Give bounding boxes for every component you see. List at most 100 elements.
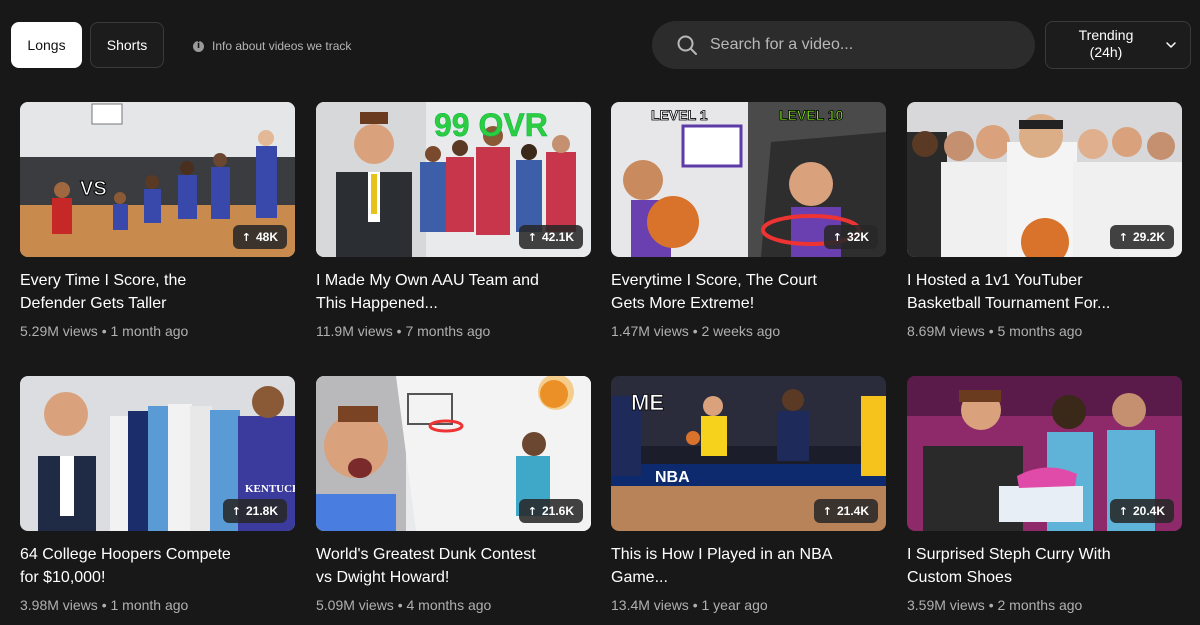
trending-badge: ↑ 48K <box>232 225 287 249</box>
trending-badge: ↑ 21.4K <box>813 499 878 523</box>
upload-age: 1 year ago <box>701 597 768 613</box>
upload-age: 5 months ago <box>997 323 1083 339</box>
video-thumbnail[interactable]: VS ↑ 48K <box>20 102 295 257</box>
video-thumbnail[interactable]: ↑ 20.4K <box>907 376 1182 531</box>
tab-shorts[interactable]: Shorts <box>90 22 164 68</box>
video-title-line2: Basketball Tournament For... <box>907 295 1111 312</box>
video-card[interactable]: ↑ 29.2K I Hosted a 1v1 YouTuber Basketbal… <box>907 102 1182 339</box>
video-title[interactable]: World's Greatest Dunk Contest vs Dwight … <box>316 543 591 589</box>
video-title-line2: This Happened... <box>316 295 438 312</box>
video-title[interactable]: I Hosted a 1v1 YouTuber Basketball Tourn… <box>907 269 1182 315</box>
video-thumbnail[interactable]: ↑ 29.2K <box>907 102 1182 257</box>
video-thumbnail[interactable]: 99 OVR ↑ 42.1K <box>316 102 591 257</box>
upload-age: 4 months ago <box>406 597 492 613</box>
info-link[interactable]: i Info about videos we track <box>193 39 351 53</box>
thumbnail-text: LEVEL 1 <box>651 107 708 123</box>
video-thumbnail[interactable]: KENTUCKY ↑ 21.8K <box>20 376 295 531</box>
thumbnail-text-2: NBA <box>655 469 690 486</box>
trending-badge: ↑ 29.2K <box>1109 225 1174 249</box>
info-text: Info about videos we track <box>212 39 352 53</box>
video-title[interactable]: This is How I Played in an NBA Game... <box>611 543 886 589</box>
video-card[interactable]: KENTUCKY ↑ 21.8K 64 College Hoopers Compe… <box>20 376 295 613</box>
video-title-line2: for $10,000! <box>20 569 106 586</box>
video-title-line1: This is How I Played in an NBA <box>611 546 833 563</box>
video-title-line1: 64 College Hoopers Compete <box>20 546 231 563</box>
video-title-line1: Everytime I Score, The Court <box>611 272 817 289</box>
badge-value: 21.4K <box>836 504 869 518</box>
tab-longs[interactable]: Longs <box>11 22 82 68</box>
video-title-line1: I Hosted a 1v1 YouTuber <box>907 272 1083 289</box>
video-title[interactable]: Every Time I Score, the Defender Gets Ta… <box>20 269 295 315</box>
upload-age: 2 months ago <box>997 597 1083 613</box>
video-title-line1: Every Time I Score, the <box>20 272 187 289</box>
view-count: 1.47M views <box>611 323 689 339</box>
video-card[interactable]: 99 OVR ↑ 42.1K I Made My Own AAU Team and… <box>316 102 591 339</box>
sort-label-line1: Trending <box>1078 27 1134 43</box>
badge-value: 29.2K <box>1132 230 1165 244</box>
search-icon <box>677 35 697 55</box>
video-thumbnail[interactable]: ME NBA ↑ 21.4K <box>611 376 886 531</box>
video-meta: 5.09M views • 4 months ago <box>316 597 492 613</box>
view-count: 8.69M views <box>907 323 985 339</box>
arrow-up-icon: ↑ <box>241 230 251 244</box>
arrow-up-icon: ↑ <box>527 230 537 244</box>
thumbnail-text: KENTUCKY <box>245 483 295 495</box>
video-card[interactable]: ↑ 21.6K World's Greatest Dunk Contest vs … <box>316 376 591 613</box>
badge-value: 48K <box>255 230 278 244</box>
view-count: 5.29M views <box>20 323 98 339</box>
video-title[interactable]: Everytime I Score, The Court Gets More E… <box>611 269 886 315</box>
upload-age: 7 months ago <box>405 323 491 339</box>
search-input[interactable] <box>710 36 1010 54</box>
upload-age: 1 month ago <box>110 597 189 613</box>
sort-label: Trending (24h) <box>1060 27 1152 61</box>
video-title-line1: World's Greatest Dunk Contest <box>316 546 536 563</box>
video-title-line2: Gets More Extreme! <box>611 295 755 312</box>
search-bar[interactable] <box>652 21 1035 69</box>
badge-value: 21.6K <box>541 504 574 518</box>
arrow-up-icon: ↑ <box>527 504 537 518</box>
arrow-up-icon: ↑ <box>1118 504 1128 518</box>
badge-value: 21.8K <box>245 504 278 518</box>
info-icon: i <box>193 40 204 52</box>
video-title-line2: Defender Gets Taller <box>20 295 167 312</box>
top-bar: Longs Shorts i Info about videos we trac… <box>0 0 1200 90</box>
video-title[interactable]: 64 College Hoopers Compete for $10,000! <box>20 543 295 589</box>
view-count: 11.9M views <box>316 323 393 339</box>
arrow-up-icon: ↑ <box>1118 230 1128 244</box>
video-thumbnail[interactable]: LEVEL 1 LEVEL 10 ↑ 32K <box>611 102 886 257</box>
video-title[interactable]: I Surprised Steph Curry With Custom Shoe… <box>907 543 1182 589</box>
video-card[interactable]: ME NBA ↑ 21.4K This is How I Played in an… <box>611 376 886 613</box>
arrow-up-icon: ↑ <box>231 504 241 518</box>
thumbnail-text: ME <box>631 390 664 415</box>
badge-value: 32K <box>846 230 869 244</box>
video-meta: 11.9M views • 7 months ago <box>316 323 491 339</box>
video-title-line1: I Made My Own AAU Team and <box>316 272 539 289</box>
video-card[interactable]: LEVEL 1 LEVEL 10 ↑ 32K Everytime I Score,… <box>611 102 886 339</box>
video-card[interactable]: ↑ 20.4K I Surprised Steph Curry With Cust… <box>907 376 1182 613</box>
video-meta: 3.59M views • 2 months ago <box>907 597 1083 613</box>
video-title-line2: Custom Shoes <box>907 569 1012 586</box>
video-title-line2: vs Dwight Howard! <box>316 569 450 586</box>
video-title-line2: Game... <box>611 569 668 586</box>
view-count: 3.98M views <box>20 597 98 613</box>
thumbnail-text: VS <box>80 178 107 200</box>
trending-badge: ↑ 42.1K <box>518 225 583 249</box>
video-thumbnail[interactable]: ↑ 21.6K <box>316 376 591 531</box>
video-card[interactable]: VS ↑ 48K Every Time I Score, the Defender… <box>20 102 295 339</box>
trending-badge: ↑ 20.4K <box>1109 499 1174 523</box>
view-count: 5.09M views <box>316 597 394 613</box>
video-meta: 13.4M views • 1 year ago <box>611 597 768 613</box>
video-meta: 3.98M views • 1 month ago <box>20 597 189 613</box>
view-count: 13.4M views <box>611 597 689 613</box>
thumbnail-text-2: LEVEL 10 <box>779 107 844 123</box>
video-title-line1: I Surprised Steph Curry With <box>907 546 1111 563</box>
view-count: 3.59M views <box>907 597 985 613</box>
badge-value: 42.1K <box>541 230 574 244</box>
trending-badge: ↑ 21.6K <box>518 499 583 523</box>
badge-value: 20.4K <box>1132 504 1165 518</box>
sort-dropdown[interactable]: Trending (24h) <box>1045 21 1191 69</box>
arrow-up-icon: ↑ <box>832 230 842 244</box>
video-title[interactable]: I Made My Own AAU Team and This Happened… <box>316 269 591 315</box>
chevron-down-icon <box>1166 42 1176 48</box>
video-meta: 5.29M views • 1 month ago <box>20 323 189 339</box>
